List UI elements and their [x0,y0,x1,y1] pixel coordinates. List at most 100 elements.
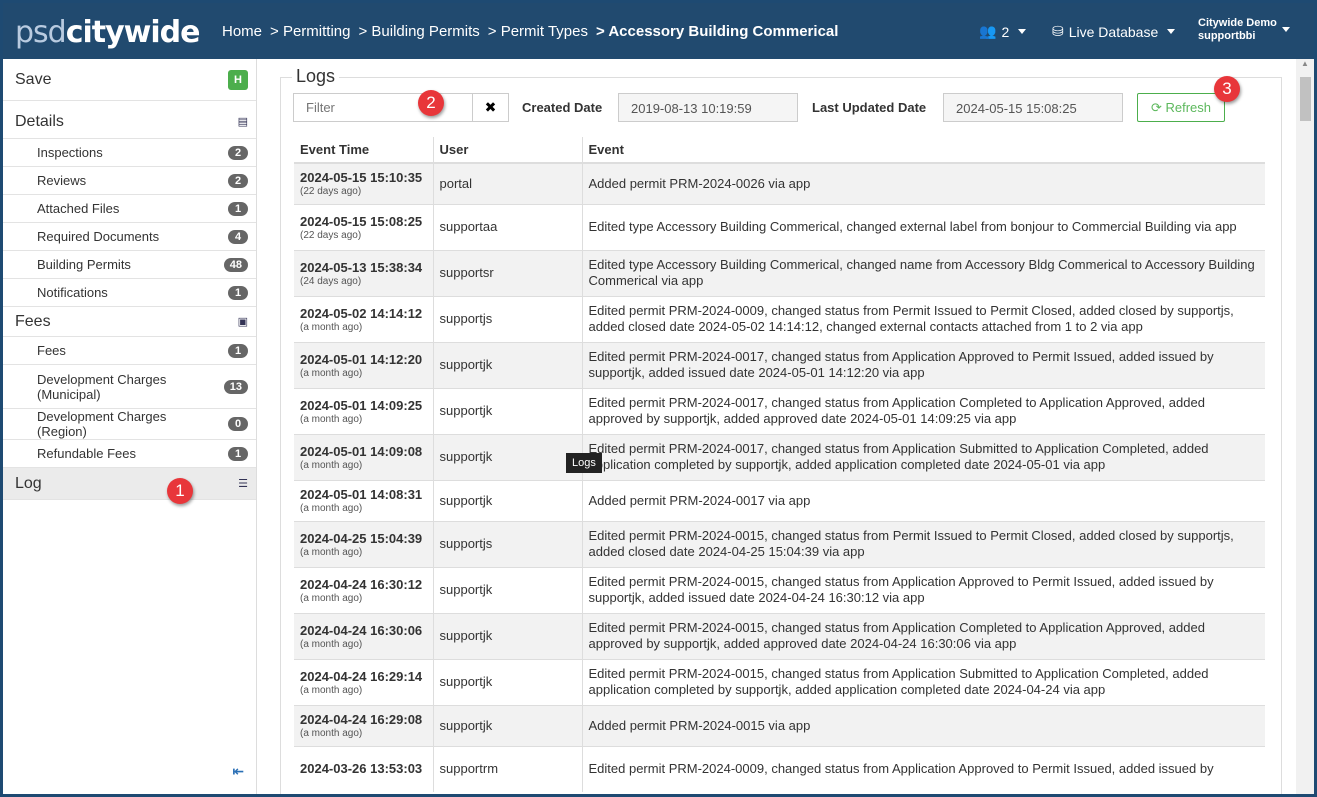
sidebar-item-label: Inspections [37,145,103,160]
sidebar-item[interactable]: Attached Files 1 [3,195,256,223]
tooltip: Logs [566,453,602,473]
event-cell: Edited permit PRM-2024-0015, changed sta… [581,612,1265,659]
column-event-time[interactable]: Event Time [294,137,433,164]
user-cell: supportjk [432,433,582,480]
event-time-cell: 2024-05-01 14:08:31 (a month ago) [294,479,433,521]
count-badge: 0 [228,417,248,431]
event-time-cell: 2024-04-24 16:30:12 (a month ago) [294,566,433,613]
table-row: 2024-04-24 16:29:14 (a month ago) supportj… [294,658,1265,705]
sidebar-item[interactable]: Building Permits 48 [3,251,256,279]
table-row: 2024-05-01 14:09:25 (a month ago) supportj… [294,387,1265,434]
logs-panel: Logs ✖ Created Date 2019-08-13 10:19:59 … [258,59,1296,794]
breadcrumb-permit-types[interactable]: > Permit Types [488,23,588,40]
list-icon: ▤ [237,116,248,128]
event-time-cell: 2024-05-15 15:10:35 (22 days ago) [294,162,433,204]
event-cell: Edited permit PRM-2024-0015, changed sta… [581,520,1265,567]
money-icon: ▣ [237,316,248,328]
caret-down-icon [1018,29,1027,34]
sidebar-item[interactable]: Notifications 1 [3,279,256,307]
event-time-cell: 2024-05-01 14:12:20 (a month ago) [294,341,433,388]
event-cell: Edited permit PRM-2024-0017, changed sta… [581,341,1265,388]
annotation-marker-2: 2 [418,90,444,116]
breadcrumb-home[interactable]: Home [222,23,262,40]
count-badge: 2 [228,173,248,188]
count-badge: 13 [223,379,248,394]
sidebar-item[interactable]: Refundable Fees 1 [3,440,256,468]
table-row: 2024-05-01 14:09:08 (a month ago) supportj… [294,433,1265,480]
sidebar-item[interactable]: Development Charges (Municipal) 13 [3,365,256,409]
user-cell: supportjk [432,704,582,746]
annotation-marker-3: 3 [1214,76,1240,102]
count-badge: 1 [228,446,248,461]
column-user[interactable]: User [432,137,582,164]
table-row: 2024-05-15 15:08:25 (22 days ago) supporta… [294,203,1265,250]
column-event[interactable]: Event [581,137,1265,164]
user-cell: supportjk [432,341,582,388]
caret-down-icon [1282,27,1290,32]
logo[interactable]: psdcitywide [15,15,201,50]
event-cell: Added permit PRM-2024-0017 via app [581,479,1265,521]
caret-down-icon [1167,29,1176,34]
sidebar-item-label: Fees [37,343,66,358]
sidebar-item[interactable]: Required Documents 4 [3,223,256,251]
user-cell: supportaa [432,203,582,250]
app-window: psdcitywide Home > Permitting > Building… [3,3,1314,794]
event-cell: Edited permit PRM-2024-0015, changed sta… [581,566,1265,613]
sidebar-section-details[interactable]: Details ▤ [3,101,256,139]
user-cell: supportjk [432,479,582,521]
logs-table: Event Time User Event 2024-05-15 15:10:3… [294,137,1265,792]
sidebar-section-fees[interactable]: Fees ▣ [3,307,256,337]
sidebar-item-label: Building Permits [37,257,131,272]
save-button[interactable]: Save H [3,59,256,101]
user-cell: portal [432,162,582,204]
created-date-field: 2019-08-13 10:19:59 [618,93,798,122]
table-row: 2024-05-15 15:10:35 (22 days ago) portal Ad… [294,162,1265,204]
table-row: 2024-05-01 14:12:20 (a month ago) supportj… [294,341,1265,388]
user-cell: supportsr [432,249,582,296]
users-dropdown[interactable]: 👥 2 [979,23,1027,40]
filter-input[interactable] [293,93,473,122]
event-time-cell: 2024-05-01 14:09:25 (a month ago) [294,387,433,434]
event-cell: Edited type Accessory Building Commerica… [581,249,1265,296]
scrollbar-thumb[interactable] [1300,77,1311,121]
sidebar-item-label: Development Charges (Municipal) [37,371,167,402]
user-cell: supportjk [432,612,582,659]
vertical-scrollbar[interactable]: ▲ [1296,59,1314,794]
count-badge: 1 [228,285,248,300]
event-cell: Edited permit PRM-2024-0009, changed sta… [581,745,1265,792]
user-menu[interactable]: Citywide Demo supportbbi [1198,17,1290,43]
event-cell: Edited type Accessory Building Commerica… [581,203,1265,250]
event-cell: Added permit PRM-2024-0015 via app [581,704,1265,746]
database-dropdown[interactable]: ⛁ Live Database [1052,23,1176,40]
user-cell: supportjk [432,566,582,613]
event-time-cell: 2024-05-01 14:09:08 (a month ago) [294,433,433,480]
breadcrumb-building-permits[interactable]: > Building Permits [358,23,479,40]
clear-filter-button[interactable]: ✖ [472,93,509,122]
refresh-icon: ⟳ [1150,100,1162,115]
sidebar-item[interactable]: Fees 1 [3,337,256,365]
table-row: 2024-04-25 15:04:39 (a month ago) supportj… [294,520,1265,567]
user-cell: supportjs [432,295,582,342]
table-row: 2024-04-24 16:30:12 (a month ago) supportj… [294,566,1265,613]
sidebar-item[interactable]: Development Charges (Region) 0 [3,409,256,440]
table-row: 2024-04-24 16:29:08 (a month ago) supportj… [294,704,1265,746]
sidebar-item[interactable]: Inspections 2 [3,139,256,167]
sidebar-item-log[interactable]: Log ☰ [3,468,256,500]
refresh-button[interactable]: ⟳ Refresh [1137,93,1225,122]
event-cell: Edited permit PRM-2024-0017, changed sta… [581,387,1265,434]
scroll-up-icon[interactable]: ▲ [1296,59,1314,68]
count-badge: 1 [228,343,248,358]
list-icon: ☰ [238,478,248,490]
event-time-cell: 2024-04-24 16:29:14 (a month ago) [294,658,433,705]
database-icon: ⛁ [1052,23,1064,39]
updated-date-label: Last Updated Date [812,100,927,115]
sidebar-item-label: Attached Files [37,201,120,216]
created-date-label: Created Date [522,100,603,115]
sidebar-item-label: Required Documents [37,229,160,244]
collapse-sidebar-icon[interactable]: ⇤ [232,763,244,780]
user-cell: supportrm [432,745,582,792]
breadcrumb-permitting[interactable]: > Permitting [270,23,350,40]
event-cell: Edited permit PRM-2024-0017, changed sta… [581,433,1265,480]
event-time-cell: 2024-05-13 15:38:34 (24 days ago) [294,249,433,296]
sidebar-item[interactable]: Reviews 2 [3,167,256,195]
